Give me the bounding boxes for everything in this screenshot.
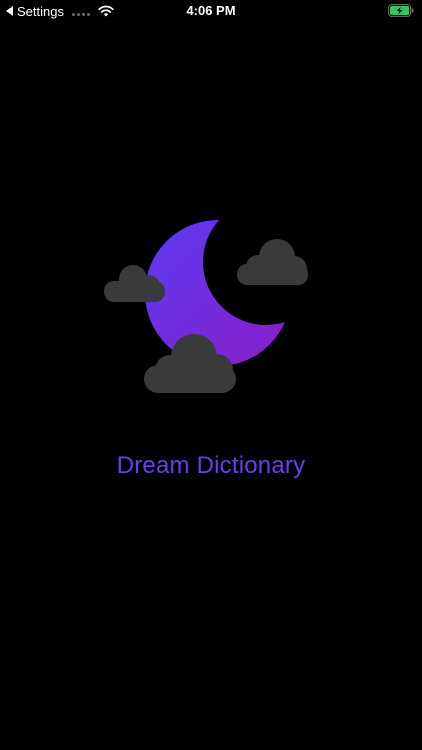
app-logo: [104, 220, 308, 393]
app-title: Dream Dictionary: [116, 452, 306, 479]
battery-charging-icon: [388, 4, 414, 17]
status-time: 4:06 PM: [186, 3, 236, 18]
status-bar: Settings 4:06 PM: [0, 0, 422, 22]
